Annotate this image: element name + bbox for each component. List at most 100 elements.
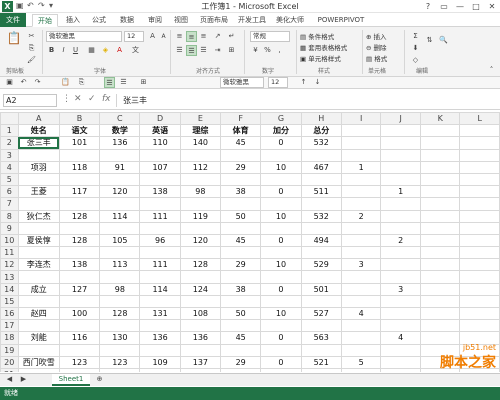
cancel-icon[interactable]: ✕: [74, 94, 82, 104]
tab-formulas[interactable]: 公式: [88, 14, 110, 27]
cell[interactable]: 527: [300, 306, 342, 321]
cell[interactable]: [179, 367, 222, 372]
cell[interactable]: 128: [99, 306, 141, 321]
cell[interactable]: [340, 343, 382, 357]
cell[interactable]: [99, 246, 141, 260]
cell[interactable]: [419, 282, 461, 296]
toolbar-font-select[interactable]: 微软雅黑: [220, 77, 264, 88]
cell[interactable]: [58, 270, 101, 284]
align-top-icon[interactable]: ≡: [174, 31, 185, 42]
cell[interactable]: [17, 148, 60, 162]
column-header[interactable]: L: [459, 112, 500, 126]
cell[interactable]: 111: [139, 209, 181, 223]
add-sheet-icon[interactable]: ⊕: [94, 374, 105, 385]
format-painter-icon[interactable]: 🖌: [26, 55, 37, 66]
cell[interactable]: [340, 148, 382, 162]
cell[interactable]: 10: [260, 306, 302, 321]
column-header[interactable]: C: [99, 112, 141, 126]
cell[interactable]: [340, 319, 382, 333]
cell[interactable]: 45: [220, 136, 262, 150]
cell[interactable]: [340, 246, 382, 260]
row-header[interactable]: 12: [0, 258, 19, 272]
cell[interactable]: 127: [58, 282, 101, 296]
cell[interactable]: [300, 172, 342, 187]
undo-icon[interactable]: ↶: [18, 77, 29, 88]
cell[interactable]: [99, 148, 141, 162]
cell[interactable]: 29: [220, 160, 262, 174]
cell[interactable]: 0: [260, 185, 302, 199]
tab-data[interactable]: 数据: [116, 14, 138, 27]
align-center-icon[interactable]: ☰: [186, 45, 197, 56]
cell[interactable]: [17, 367, 60, 372]
cell[interactable]: 123: [99, 355, 141, 369]
cell[interactable]: [260, 367, 302, 372]
cell[interactable]: 105: [99, 233, 141, 248]
cell[interactable]: 4: [340, 306, 382, 321]
column-header[interactable]: D: [139, 112, 181, 126]
paste-small-icon[interactable]: 📋: [60, 77, 71, 88]
sheet-tab-sheet1[interactable]: Sheet1: [52, 374, 90, 386]
cell[interactable]: [419, 160, 461, 174]
cell[interactable]: 120: [179, 233, 222, 248]
cell[interactable]: [179, 221, 222, 235]
cell[interactable]: 529: [300, 258, 342, 272]
cell[interactable]: 姓名: [17, 124, 60, 138]
insert-cells-button[interactable]: ⊕ 插入: [366, 31, 387, 41]
font-color-icon[interactable]: A: [114, 45, 125, 56]
cell[interactable]: 张三丰: [17, 136, 60, 150]
cell[interactable]: [300, 270, 342, 284]
cell[interactable]: [300, 148, 342, 162]
minimize-button[interactable]: —: [452, 0, 468, 13]
maximize-button[interactable]: □: [468, 0, 484, 13]
cell[interactable]: 131: [139, 306, 181, 321]
column-header[interactable]: H: [300, 112, 342, 126]
cell[interactable]: [99, 197, 141, 211]
cell[interactable]: [419, 233, 461, 248]
cell[interactable]: [380, 246, 421, 260]
cell[interactable]: [99, 172, 141, 187]
autosum-icon[interactable]: Σ: [410, 31, 421, 42]
cell[interactable]: [459, 258, 500, 272]
cell[interactable]: [300, 343, 342, 357]
column-header[interactable]: I: [340, 112, 382, 126]
cell[interactable]: [179, 319, 222, 333]
currency-icon[interactable]: ¥: [250, 45, 261, 56]
cell[interactable]: [220, 319, 262, 333]
cell[interactable]: [220, 343, 262, 357]
cell[interactable]: [99, 221, 141, 235]
cell[interactable]: 119: [179, 209, 222, 223]
cell[interactable]: 494: [300, 233, 342, 248]
cell[interactable]: [260, 221, 302, 235]
cell[interactable]: 136: [179, 331, 222, 345]
tab-developer[interactable]: 开发工具: [236, 14, 268, 27]
cell[interactable]: 136: [99, 136, 141, 150]
tab-insert[interactable]: 插入: [62, 14, 84, 27]
cell[interactable]: 3: [380, 282, 421, 296]
row-header[interactable]: 9: [0, 221, 19, 235]
align-right-icon[interactable]: ☰: [198, 45, 209, 56]
cell[interactable]: [459, 185, 500, 199]
cell[interactable]: [99, 270, 141, 284]
tab-beautify[interactable]: 美化大师: [274, 14, 306, 27]
cell[interactable]: 138: [139, 185, 181, 199]
cell[interactable]: [260, 319, 302, 333]
tab-page-layout[interactable]: 页面布局: [198, 14, 230, 27]
column-header[interactable]: A: [17, 112, 60, 126]
cell[interactable]: [220, 270, 262, 284]
cell[interactable]: 西门吹雪: [17, 355, 60, 369]
cell[interactable]: [459, 319, 500, 333]
cell[interactable]: 理综: [179, 124, 222, 138]
cell[interactable]: 111: [139, 258, 181, 272]
cell[interactable]: 10: [260, 258, 302, 272]
row-header[interactable]: 3: [0, 148, 19, 162]
cell[interactable]: [419, 172, 461, 187]
cell[interactable]: [340, 124, 382, 138]
cell[interactable]: [459, 148, 500, 162]
ribbon-display-button[interactable]: ▭: [436, 0, 452, 13]
cell[interactable]: 511: [300, 185, 342, 199]
cell[interactable]: 501: [300, 282, 342, 296]
cell[interactable]: 王菱: [17, 185, 60, 199]
help-button[interactable]: ?: [420, 0, 436, 13]
cell[interactable]: 140: [179, 136, 222, 150]
cell[interactable]: [17, 270, 60, 284]
